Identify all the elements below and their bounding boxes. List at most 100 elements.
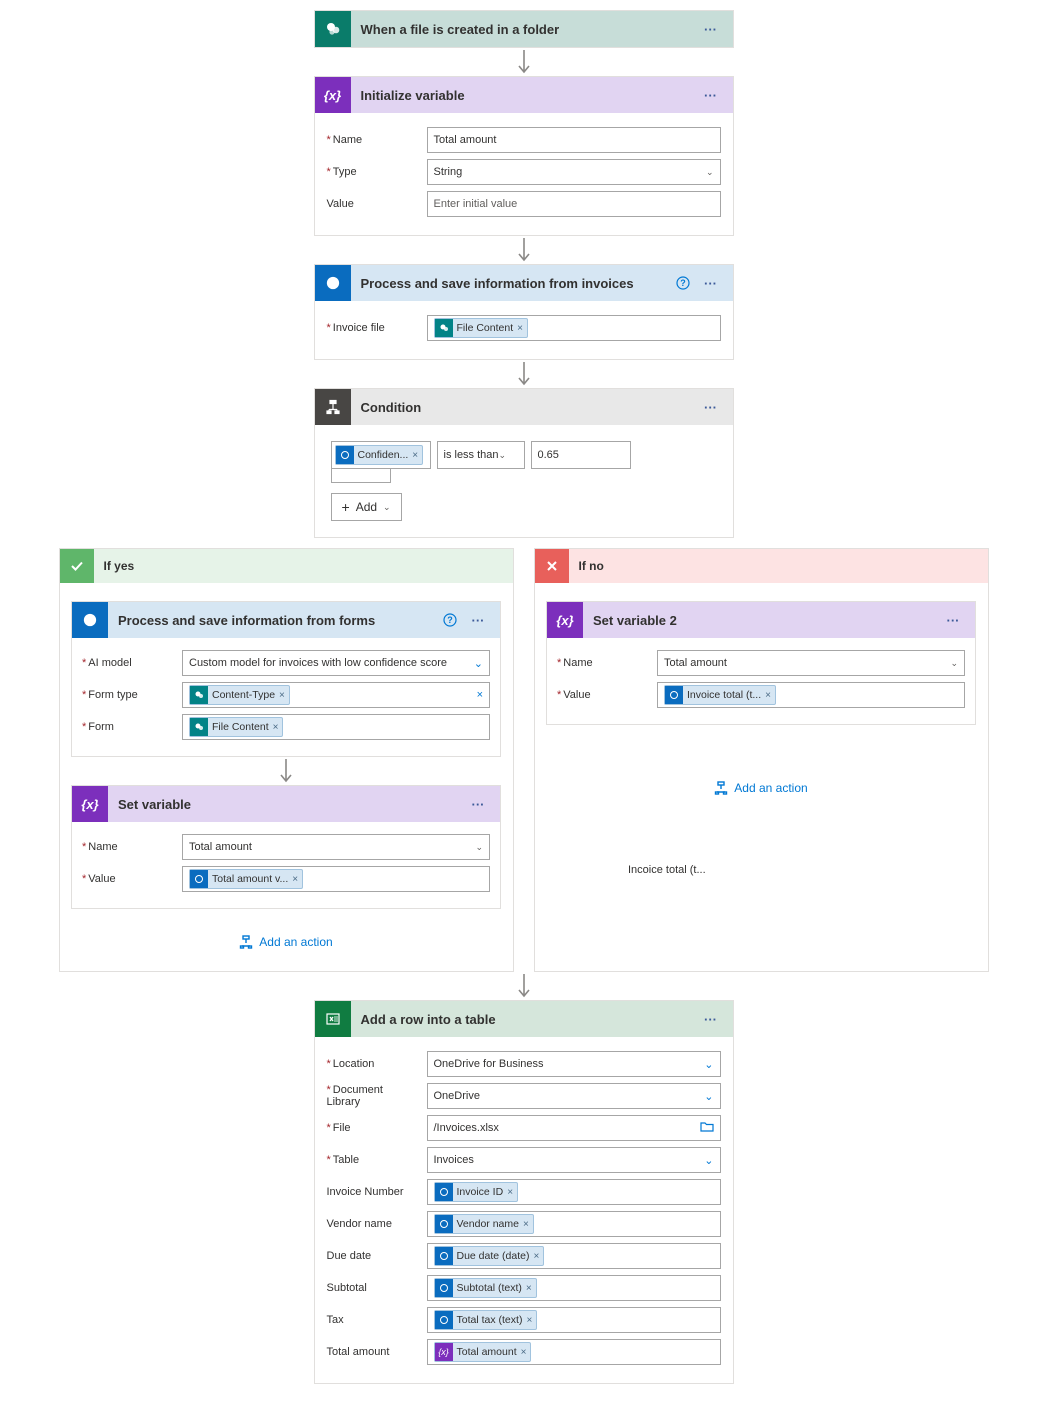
type-select[interactable]: String⌄	[427, 159, 721, 185]
ai-model-select[interactable]: Custom model for invoices with low confi…	[182, 650, 490, 676]
file-content-token[interactable]: File Content×	[189, 717, 283, 737]
flow-arrow	[517, 236, 531, 264]
if-yes-title: If yes	[104, 559, 135, 573]
process-invoices-card[interactable]: Process and save information from invoic…	[314, 264, 734, 360]
token-remove[interactable]: ×	[526, 1283, 532, 1294]
tax-input[interactable]: Total tax (text)×	[427, 1307, 721, 1333]
value-input[interactable]: Enter initial value	[427, 191, 721, 217]
trigger-title: When a file is created in a folder	[361, 22, 560, 37]
more-menu-button[interactable]: ···	[697, 1005, 725, 1033]
token-remove[interactable]: ×	[507, 1187, 513, 1198]
token-remove[interactable]: ×	[517, 323, 523, 334]
trigger-card[interactable]: When a file is created in a folder ···	[314, 10, 734, 48]
total-amount-token[interactable]: Total amount v...×	[189, 869, 303, 889]
total-label: Total amount	[327, 1346, 419, 1358]
table-label: Table	[327, 1154, 419, 1166]
inv-num-input[interactable]: Invoice ID×	[427, 1179, 721, 1205]
condition-left-input[interactable]: Confiden...×	[331, 441, 431, 469]
more-menu-button[interactable]: ···	[464, 790, 492, 818]
total-amount-token[interactable]: {x}Total amount×	[434, 1342, 532, 1362]
svg-text:?: ?	[680, 278, 686, 288]
add-row-card[interactable]: Add a row into a table ··· LocationOneDr…	[314, 1000, 734, 1384]
add-action-button[interactable]: Add an action	[239, 935, 332, 949]
location-select[interactable]: OneDrive for Business⌄	[427, 1051, 721, 1077]
file-content-token[interactable]: File Content×	[434, 318, 528, 338]
more-menu-button[interactable]: ···	[697, 269, 725, 297]
due-date-token[interactable]: Due date (date)×	[434, 1246, 545, 1266]
more-menu-button[interactable]: ···	[697, 393, 725, 421]
vendor-name-token[interactable]: Vendor name×	[434, 1214, 534, 1234]
token-remove[interactable]: ×	[526, 1315, 532, 1326]
token-remove[interactable]: ×	[523, 1219, 529, 1230]
if-no-title: If no	[579, 559, 604, 573]
total-input[interactable]: {x}Total amount×	[427, 1339, 721, 1365]
check-icon	[60, 549, 94, 583]
name-input[interactable]: Total amount	[427, 127, 721, 153]
token-remove[interactable]: ×	[292, 874, 298, 885]
token-remove[interactable]: ×	[521, 1347, 527, 1358]
add-condition-button[interactable]: +Add⌄	[331, 493, 402, 521]
folder-icon[interactable]	[700, 1121, 714, 1136]
set-variable-2-card[interactable]: {x} Set variable 2 ··· Name Total amount…	[546, 601, 976, 725]
table-select[interactable]: Invoices⌄	[427, 1147, 721, 1173]
floating-hint-text: Incoice total (t...	[628, 864, 706, 876]
ai-builder-icon	[72, 602, 108, 638]
invoice-file-input[interactable]: File Content×	[427, 315, 721, 341]
doclib-select[interactable]: OneDrive⌄	[427, 1083, 721, 1109]
confidence-token[interactable]: Confiden...×	[335, 445, 424, 465]
name-label: Name	[327, 134, 419, 146]
subtotal-input[interactable]: Subtotal (text)×	[427, 1275, 721, 1301]
set-variable-title: Set variable	[118, 797, 191, 812]
token-remove[interactable]: ×	[765, 690, 771, 701]
value-label: Value	[557, 689, 649, 701]
more-menu-button[interactable]: ···	[697, 81, 725, 109]
initialize-variable-card[interactable]: {x} Initialize variable ··· Name Total a…	[314, 76, 734, 236]
subtotal-token[interactable]: Subtotal (text)×	[434, 1278, 537, 1298]
add-row-title: Add a row into a table	[361, 1012, 496, 1027]
content-type-token[interactable]: Content-Type×	[189, 685, 290, 705]
condition-expand-handle[interactable]	[331, 469, 391, 483]
flow-arrow	[279, 757, 293, 785]
more-menu-button[interactable]: ···	[697, 15, 725, 43]
token-remove[interactable]: ×	[273, 722, 279, 733]
close-icon	[535, 549, 569, 583]
set-variable-card[interactable]: {x} Set variable ··· Name Total amount⌄	[71, 785, 501, 909]
inv-num-label: Invoice Number	[327, 1186, 419, 1198]
name-select[interactable]: Total amount⌄	[657, 650, 965, 676]
more-menu-button[interactable]: ···	[464, 606, 492, 634]
value-input[interactable]: Invoice total (t...×	[657, 682, 965, 708]
add-action-button[interactable]: Add an action	[714, 781, 807, 795]
due-input[interactable]: Due date (date)×	[427, 1243, 721, 1269]
invoice-id-token[interactable]: Invoice ID×	[434, 1182, 519, 1202]
file-picker[interactable]: /Invoices.xlsx	[427, 1115, 721, 1141]
condition-title: Condition	[361, 400, 422, 415]
token-remove[interactable]: ×	[412, 450, 418, 461]
form-label: Form	[82, 721, 174, 733]
set-variable-2-title: Set variable 2	[593, 613, 677, 628]
vendor-input[interactable]: Vendor name×	[427, 1211, 721, 1237]
variable-icon: {x}	[72, 786, 108, 822]
if-yes-branch: If yes Process and save information from…	[59, 548, 514, 972]
form-input[interactable]: File Content×	[182, 714, 490, 740]
token-remove[interactable]: ×	[533, 1251, 539, 1262]
help-button[interactable]: ?	[669, 269, 697, 297]
ai-builder-icon	[315, 265, 351, 301]
tax-token[interactable]: Total tax (text)×	[434, 1310, 538, 1330]
file-label: File	[327, 1122, 419, 1134]
form-type-input[interactable]: Content-Type× ×	[182, 682, 490, 708]
due-label: Due date	[327, 1250, 419, 1262]
token-remove[interactable]: ×	[279, 690, 285, 701]
help-button[interactable]: ?	[436, 606, 464, 634]
value-input[interactable]: Total amount v...×	[182, 866, 490, 892]
excel-icon	[315, 1001, 351, 1037]
condition-value-input[interactable]: 0.65	[531, 441, 631, 469]
process-forms-card[interactable]: Process and save information from forms …	[71, 601, 501, 757]
more-menu-button[interactable]: ···	[939, 606, 967, 634]
name-select[interactable]: Total amount⌄	[182, 834, 490, 860]
condition-card[interactable]: Condition ··· Confiden...× is less than⌄…	[314, 388, 734, 538]
value-label: Value	[82, 873, 174, 885]
invoice-total-token[interactable]: Invoice total (t...×	[664, 685, 776, 705]
condition-operator-select[interactable]: is less than⌄	[437, 441, 525, 469]
type-label: Type	[327, 166, 419, 178]
clear-button[interactable]: ×	[477, 689, 483, 701]
